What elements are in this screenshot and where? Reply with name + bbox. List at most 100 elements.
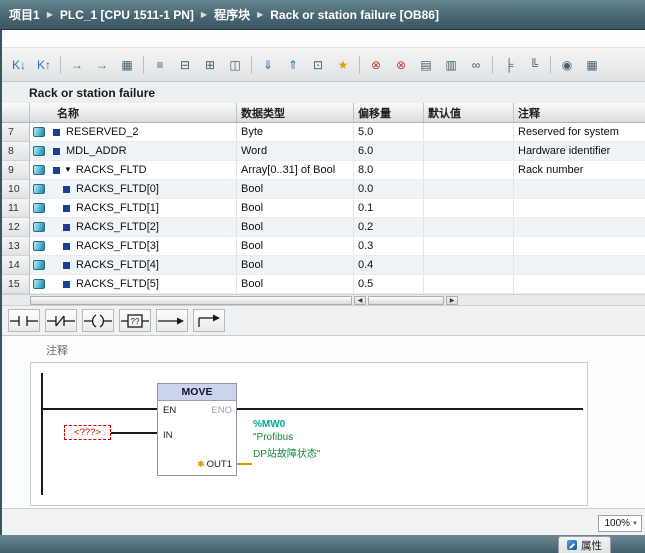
- header-name[interactable]: 名称: [30, 103, 237, 122]
- download-button[interactable]: ⇓: [256, 54, 280, 76]
- comment-cell[interactable]: [514, 275, 645, 294]
- go-offline-button[interactable]: ⊗: [364, 54, 388, 76]
- datatype-cell[interactable]: Bool: [237, 199, 354, 218]
- default-value-cell[interactable]: [424, 237, 514, 256]
- default-value-cell[interactable]: [424, 199, 514, 218]
- header-comment[interactable]: 注释: [514, 103, 645, 122]
- datatype-cell[interactable]: Word: [237, 142, 354, 161]
- offset-cell[interactable]: 6.0: [354, 142, 424, 161]
- network-canvas[interactable]: MOVE EN ENO IN ✱ OUT1 <???> %MW0 "Profib…: [30, 362, 588, 506]
- default-value-cell[interactable]: [424, 123, 514, 142]
- datatype-cell[interactable]: Array[0..31] of Bool: [237, 161, 354, 180]
- header-datatype[interactable]: 数据类型: [237, 103, 354, 122]
- offset-cell[interactable]: 0.5: [354, 275, 424, 294]
- copy-snapshots-button[interactable]: →: [65, 54, 89, 76]
- collapse-all-button[interactable]: ⊟: [173, 54, 197, 76]
- comment-button[interactable]: ◫: [223, 54, 247, 76]
- datatype-cell[interactable]: Bool: [237, 180, 354, 199]
- favorites-button[interactable]: ★: [331, 54, 355, 76]
- absolute-relative-button[interactable]: ⊡: [306, 54, 330, 76]
- header-offset[interactable]: 偏移量: [354, 103, 424, 122]
- properties-tab[interactable]: 属性: [558, 536, 611, 553]
- operand-address[interactable]: %MW0: [253, 419, 285, 430]
- default-value-cell[interactable]: [424, 142, 514, 161]
- scroll-right-button[interactable]: ▶: [446, 296, 458, 305]
- datatype-cell[interactable]: Bool: [237, 218, 354, 237]
- expand-caret-icon[interactable]: ▼: [64, 166, 72, 174]
- row-number[interactable]: 14: [2, 256, 30, 275]
- tag-name-cell[interactable]: RACKS_FLTD[3]: [30, 237, 237, 256]
- datatype-cell[interactable]: Bool: [237, 256, 354, 275]
- offset-cell[interactable]: 0.2: [354, 218, 424, 237]
- call-structure-button[interactable]: ╚: [522, 54, 546, 76]
- row-number[interactable]: 12: [2, 218, 30, 237]
- row-number[interactable]: 15: [2, 275, 30, 294]
- coil-button[interactable]: [82, 309, 114, 332]
- tag-name-cell[interactable]: RACKS_FLTD[0]: [30, 180, 237, 199]
- comment-cell[interactable]: [514, 256, 645, 275]
- monitor-button[interactable]: ∞: [464, 54, 488, 76]
- horizontal-scrollbar[interactable]: ◀ ▶: [2, 294, 645, 306]
- load-start-values-button[interactable]: →: [90, 54, 114, 76]
- comment-cell[interactable]: [514, 237, 645, 256]
- open-branch-button[interactable]: [156, 309, 188, 332]
- datatype-cell[interactable]: Byte: [237, 123, 354, 142]
- tag-name-cell[interactable]: MDL_ADDR: [30, 142, 237, 161]
- default-value-cell[interactable]: [424, 180, 514, 199]
- row-number[interactable]: 7: [2, 123, 30, 142]
- cancel-action-button[interactable]: ⊗: [389, 54, 413, 76]
- zoom-select[interactable]: 100% ▼: [598, 515, 642, 532]
- default-value-cell[interactable]: [424, 256, 514, 275]
- overview-button[interactable]: ▦: [580, 54, 604, 76]
- comment-cell[interactable]: [514, 180, 645, 199]
- table-row[interactable]: 15 RACKS_FLTD[5] Bool 0.5: [2, 275, 645, 294]
- offset-cell[interactable]: 0.1: [354, 199, 424, 218]
- scrollbar-thumb[interactable]: [368, 296, 444, 305]
- breadcrumb-item-project[interactable]: 项目1: [9, 6, 40, 23]
- tag-name-cell[interactable]: ▼ RACKS_FLTD: [30, 161, 237, 180]
- row-number[interactable]: 13: [2, 237, 30, 256]
- tag-name-cell[interactable]: RACKS_FLTD[2]: [30, 218, 237, 237]
- operand-symbol-line1[interactable]: "Profibus: [253, 432, 293, 443]
- comment-cell[interactable]: [514, 218, 645, 237]
- start-module-button[interactable]: ▤: [414, 54, 438, 76]
- expand-all-button[interactable]: ≡: [148, 54, 172, 76]
- tag-name-cell[interactable]: RESERVED_2: [30, 123, 237, 142]
- upload-button[interactable]: ⇑: [281, 54, 305, 76]
- row-number[interactable]: 8: [2, 142, 30, 161]
- table-row[interactable]: 7 RESERVED_2 Byte 5.0 Reserved for syste…: [2, 123, 645, 142]
- normally-open-contact-button[interactable]: [8, 309, 40, 332]
- datatype-cell[interactable]: Bool: [237, 275, 354, 294]
- cross-reference-button[interactable]: ◉: [555, 54, 579, 76]
- breadcrumb-item-block[interactable]: Rack or station failure [OB86]: [270, 8, 439, 22]
- default-value-cell[interactable]: [424, 275, 514, 294]
- tag-name-cell[interactable]: RACKS_FLTD[5]: [30, 275, 237, 294]
- scroll-left-button[interactable]: ◀: [354, 296, 366, 305]
- breadcrumb-item-program-blocks[interactable]: 程序块: [214, 6, 250, 23]
- stop-module-button[interactable]: ▥: [439, 54, 463, 76]
- compare-button[interactable]: ╞: [497, 54, 521, 76]
- table-row[interactable]: 12 RACKS_FLTD[2] Bool 0.2: [2, 218, 645, 237]
- scrollbar-thumb[interactable]: [30, 296, 352, 305]
- comment-cell[interactable]: [514, 199, 645, 218]
- tag-name-cell[interactable]: RACKS_FLTD[1]: [30, 199, 237, 218]
- row-number[interactable]: 9: [2, 161, 30, 180]
- normally-closed-contact-button[interactable]: [45, 309, 77, 332]
- header-default[interactable]: 默认值: [424, 103, 514, 122]
- tag-name-cell[interactable]: RACKS_FLTD[4]: [30, 256, 237, 275]
- operand-symbol-line2[interactable]: DP站故障状态": [253, 445, 320, 460]
- row-number[interactable]: 11: [2, 199, 30, 218]
- keep-actual-values-button[interactable]: K↓: [7, 54, 31, 76]
- default-value-cell[interactable]: [424, 161, 514, 180]
- empty-operand-placeholder[interactable]: <???>: [64, 425, 111, 440]
- datatype-cell[interactable]: Bool: [237, 237, 354, 256]
- network-comment-label[interactable]: 注释: [46, 342, 68, 358]
- offset-cell[interactable]: 0.4: [354, 256, 424, 275]
- table-row[interactable]: 11 RACKS_FLTD[1] Bool 0.1: [2, 199, 645, 218]
- comment-cell[interactable]: Hardware identifier: [514, 142, 645, 161]
- snapshot-actual-values-button[interactable]: K↑: [32, 54, 56, 76]
- table-row[interactable]: 10 RACKS_FLTD[0] Bool 0.0: [2, 180, 645, 199]
- breadcrumb-item-plc[interactable]: PLC_1 [CPU 1511-1 PN]: [60, 8, 194, 22]
- table-row[interactable]: 13 RACKS_FLTD[3] Bool 0.3: [2, 237, 645, 256]
- empty-box-button[interactable]: ??: [119, 309, 151, 332]
